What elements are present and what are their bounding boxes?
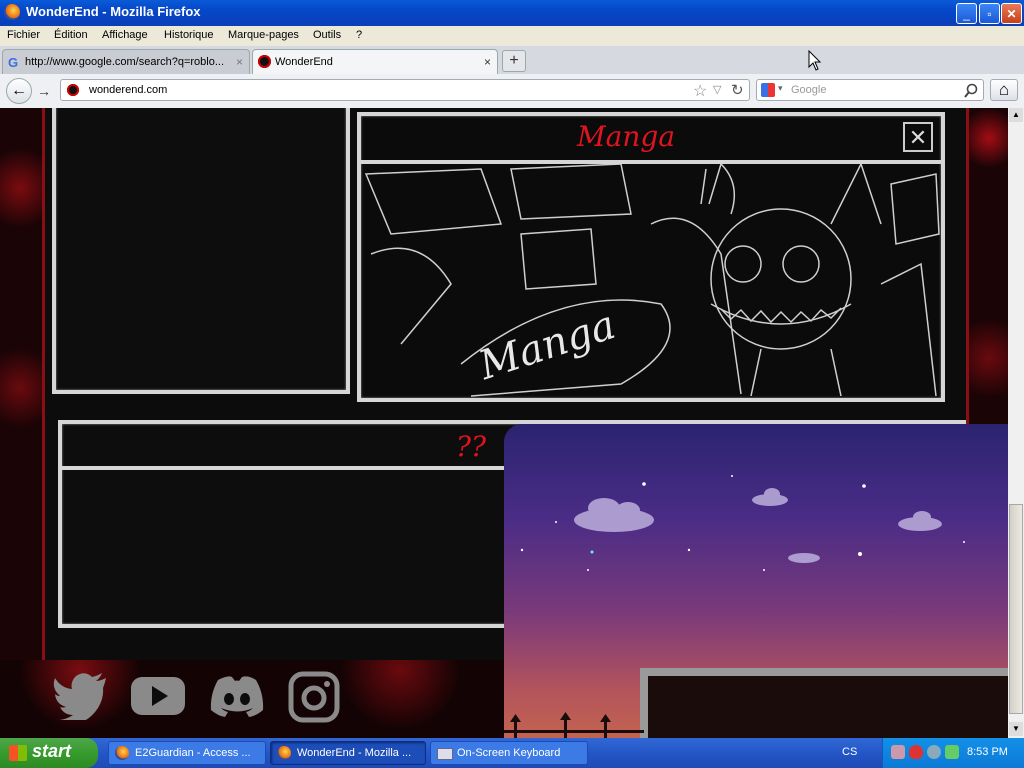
tab-wonderend[interactable]: WonderEnd × [252, 49, 498, 74]
menu-item-historique[interactable]: Historique [164, 29, 214, 41]
discord-icon[interactable] [208, 674, 266, 718]
page-scrollbar[interactable]: ▲ ▼ [1008, 108, 1024, 738]
mouse-cursor-icon [808, 50, 822, 71]
left-decorative-border [0, 108, 45, 738]
keyboard-icon [437, 748, 453, 760]
navigation-toolbar: ← → wonderend.com ☆ ▽ ↻ ▾ Google ⌂ [0, 74, 1024, 109]
site-identity-icon[interactable] [67, 84, 79, 96]
home-button[interactable]: ⌂ [990, 79, 1018, 101]
minimize-button[interactable]: _ [956, 3, 977, 24]
manga-close-button[interactable]: ✕ [903, 122, 933, 152]
start-button[interactable]: start [0, 738, 98, 768]
task-label: On-Screen Keyboard [457, 747, 561, 759]
close-button[interactable]: ✕ [1001, 3, 1022, 24]
forward-button[interactable]: → [34, 82, 54, 100]
manga-sketch-image[interactable]: Manga [361, 164, 941, 398]
tray-network-icon[interactable] [927, 745, 941, 759]
maximize-button[interactable]: ▫ [979, 3, 1000, 24]
start-label[interactable]: start [32, 741, 71, 762]
menu-item-affichage[interactable]: Affichage [102, 29, 148, 41]
task-wonderend[interactable]: WonderEnd - Mozilla ... [270, 741, 426, 765]
menu-item-outils[interactable]: Outils [313, 29, 341, 41]
tray-app-icon[interactable] [891, 745, 905, 759]
language-indicator[interactable]: CS [842, 746, 857, 758]
manga-header: Manga ✕ [361, 116, 941, 164]
scroll-up-arrow-icon[interactable]: ▲ [1009, 108, 1023, 122]
bookmark-star-icon[interactable]: ☆ [693, 81, 707, 101]
task-on-screen-keyboard[interactable]: On-Screen Keyboard [430, 741, 588, 765]
new-tab-button[interactable]: + [502, 50, 526, 72]
task-label: WonderEnd - Mozilla ... [297, 747, 412, 759]
night-sky-window[interactable] [504, 424, 1008, 738]
instagram-icon[interactable] [288, 671, 340, 723]
page-content: Manga ✕ Manga ?? [0, 108, 1008, 738]
url-bar[interactable]: wonderend.com ☆ ▽ ↻ [60, 79, 750, 101]
empty-panel-top-left [52, 108, 350, 394]
window-title: WonderEnd - Mozilla Firefox [26, 4, 201, 19]
youtube-icon[interactable] [130, 674, 186, 718]
reload-icon[interactable]: ↻ [731, 81, 744, 99]
night-sky-scene [504, 475, 1008, 738]
manga-title: Manga [577, 120, 676, 153]
task-label: E2Guardian - Access ... [135, 747, 251, 759]
tab-label: WonderEnd [275, 56, 333, 68]
wonderend-favicon [258, 55, 271, 68]
windows-logo-icon [9, 745, 27, 761]
menu-item-help[interactable]: ? [356, 29, 362, 41]
search-placeholder[interactable]: Google [791, 84, 826, 96]
firefox-icon [277, 746, 291, 760]
back-button[interactable]: ← [6, 78, 32, 104]
google-search-engine-icon[interactable] [761, 83, 775, 97]
tab-google-search[interactable]: G http://www.google.com/search?q=roblo..… [2, 49, 250, 74]
menu-item-marque-pages[interactable]: Marque-pages [228, 29, 299, 41]
scrollbar-thumb[interactable] [1009, 504, 1023, 714]
firefox-icon [4, 4, 20, 20]
google-icon: G [8, 55, 19, 70]
tab-bar: G http://www.google.com/search?q=roblo..… [0, 46, 1024, 74]
menu-item-edition[interactable]: Édition [54, 29, 88, 41]
url-dropdown-icon[interactable]: ▽ [713, 83, 721, 96]
magnifier-icon[interactable] [963, 83, 979, 99]
lower-panel-title: ?? [456, 430, 487, 463]
taskbar: start E2Guardian - Access ... WonderEnd … [0, 738, 1024, 768]
url-text[interactable]: wonderend.com [89, 84, 167, 96]
clock[interactable]: 8:53 PM [967, 746, 1008, 758]
window-title-bar[interactable]: WonderEnd - Mozilla Firefox _ ▫ ✕ [0, 0, 1024, 26]
tab-close-icon[interactable]: × [236, 55, 243, 69]
tray-safely-remove-icon[interactable] [945, 745, 959, 759]
twitter-icon[interactable] [52, 672, 108, 720]
tab-close-icon[interactable]: × [484, 55, 491, 69]
task-e2guardian[interactable]: E2Guardian - Access ... [108, 741, 266, 765]
manga-panel[interactable]: Manga ✕ Manga [357, 112, 945, 402]
shield-icon[interactable] [909, 745, 923, 759]
tab-label: http://www.google.com/search?q=roblo... [25, 56, 225, 68]
firefox-icon [115, 746, 129, 760]
menu-item-fichier[interactable]: Fichier [7, 29, 40, 41]
search-bar[interactable]: ▾ Google [756, 79, 984, 101]
menu-bar: Fichier Édition Affichage Historique Mar… [0, 26, 1024, 46]
scroll-down-arrow-icon[interactable]: ▼ [1009, 722, 1023, 736]
manga-art-text: Manga [473, 302, 621, 389]
system-tray: 8:53 PM [882, 738, 1024, 768]
